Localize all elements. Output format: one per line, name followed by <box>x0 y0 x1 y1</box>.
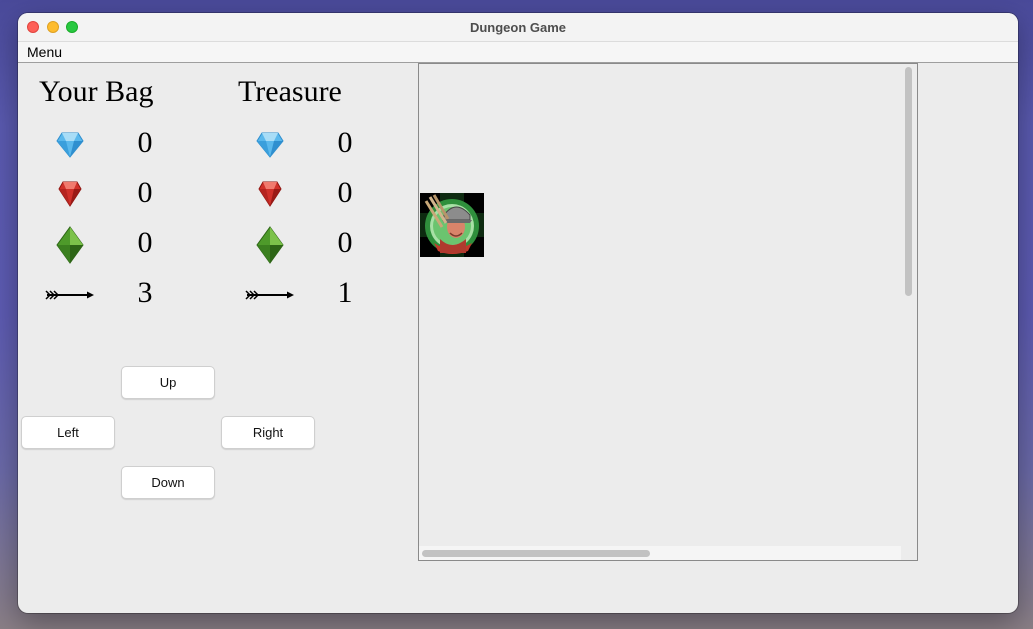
sapphire-icon <box>56 132 84 158</box>
treasure-heading: Treasure <box>238 75 342 108</box>
title-bar[interactable]: Dungeon Game <box>18 13 1018 42</box>
app-window: Dungeon Game Menu Your Bag 0 0 0 3 Treas… <box>18 13 1018 613</box>
bag-ruby-count: 0 <box>137 176 153 209</box>
emerald-icon <box>256 226 284 264</box>
ruby-icon <box>58 181 82 207</box>
down-button[interactable]: Down <box>121 466 215 499</box>
sapphire-icon <box>256 132 284 158</box>
treasure-arrow-count: 1 <box>337 276 353 309</box>
bag-sapphire-count: 0 <box>137 126 153 159</box>
treasure-sapphire-count: 0 <box>337 126 353 159</box>
vertical-scrollbar[interactable] <box>901 64 917 546</box>
up-button[interactable]: Up <box>121 366 215 399</box>
bag-arrow-count: 3 <box>137 276 153 309</box>
bag-heading: Your Bag <box>39 75 154 108</box>
horizontal-scrollbar[interactable] <box>419 546 901 560</box>
left-button[interactable]: Left <box>21 416 115 449</box>
vertical-scroll-thumb[interactable] <box>905 67 912 296</box>
ruby-icon <box>258 181 282 207</box>
emerald-icon <box>56 226 84 264</box>
treasure-ruby-count: 0 <box>337 176 353 209</box>
dungeon-map[interactable] <box>418 63 918 561</box>
bag-emerald-count: 0 <box>137 226 153 259</box>
arrow-icon <box>245 290 294 300</box>
arrow-icon <box>45 290 94 300</box>
treasure-emerald-count: 0 <box>337 226 353 259</box>
horizontal-scroll-thumb[interactable] <box>422 550 650 557</box>
archer-player-icon <box>420 193 484 257</box>
window-title: Dungeon Game <box>469 20 567 35</box>
menu-bar: Menu <box>18 42 1018 63</box>
menu-item-menu[interactable]: Menu <box>27 44 62 60</box>
right-button[interactable]: Right <box>221 416 315 449</box>
